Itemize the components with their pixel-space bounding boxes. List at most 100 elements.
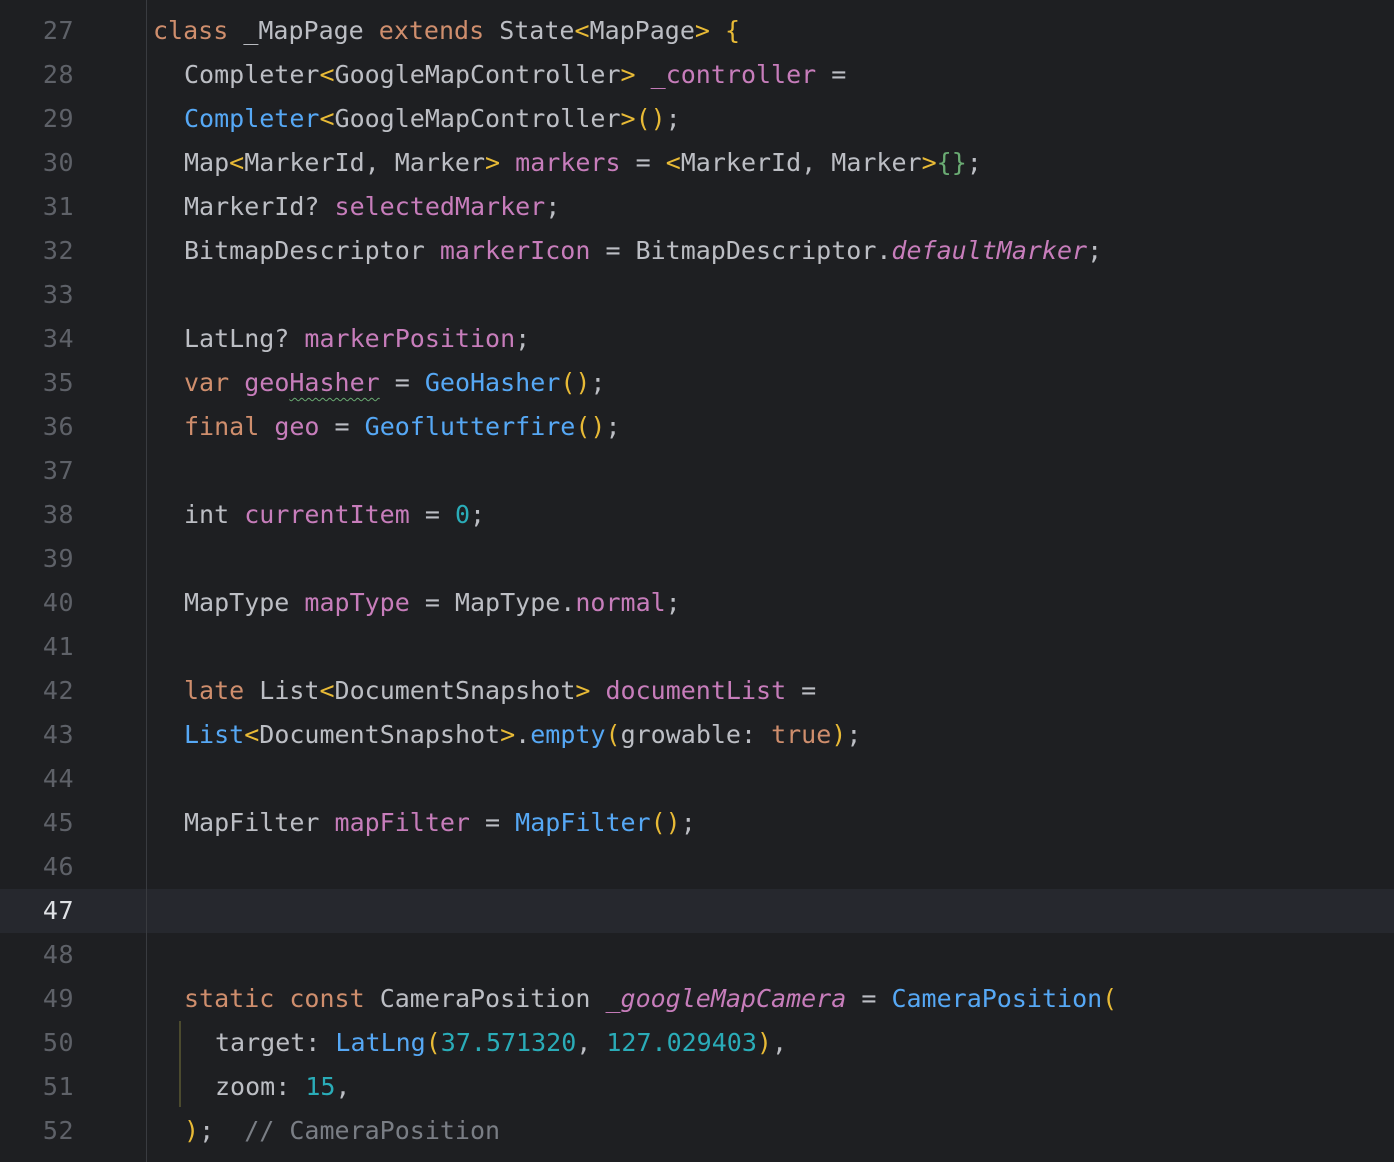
line-number[interactable]: 31 (0, 185, 74, 229)
code-token: true (771, 720, 832, 749)
code-token: geo (244, 368, 290, 397)
code-token: CameraPosition (891, 984, 1103, 1013)
code-line[interactable]: 34 LatLng? markerPosition; (0, 317, 1394, 361)
code-text[interactable]: Completer<GoogleMapController>(); (184, 97, 681, 141)
code-token: 15 (305, 1072, 336, 1101)
code-line[interactable]: 28 Completer<GoogleMapController> _contro… (0, 53, 1394, 97)
code-token: CameraPosition (364, 984, 606, 1013)
code-line[interactable]: 35 var geoHasher = GeoHasher(); (0, 361, 1394, 405)
code-line[interactable]: 42 late List<DocumentSnapshot> documentLi… (0, 669, 1394, 713)
code-text[interactable]: Map<MarkerId, Marker> markers = <MarkerI… (184, 141, 982, 185)
line-number[interactable]: 29 (0, 97, 74, 141)
code-line[interactable]: 31 MarkerId? selectedMarker; (0, 185, 1394, 229)
code-line[interactable]: 49 static const CameraPosition _googleMap… (0, 977, 1394, 1021)
line-number[interactable]: 34 (0, 317, 74, 361)
code-text[interactable]: final geo = Geoflutterfire(); (184, 405, 621, 449)
code-line[interactable]: 29 Completer<GoogleMapController>(); (0, 97, 1394, 141)
line-number[interactable]: 38 (0, 493, 74, 537)
line-number[interactable]: 40 (0, 581, 74, 625)
code-text[interactable]: int currentItem = 0; (184, 493, 485, 537)
code-text[interactable]: target: LatLng(37.571320, 127.029403), (215, 1021, 787, 1065)
code-text[interactable]: static const CameraPosition _googleMapCa… (184, 977, 1117, 1021)
line-number[interactable]: 28 (0, 53, 74, 97)
code-token: _googleMapCamera (605, 984, 847, 1013)
code-token: var (184, 368, 230, 397)
code-token: DocumentSnapshot (334, 676, 576, 705)
line-number[interactable]: 39 (0, 537, 74, 581)
code-line[interactable]: 39 (0, 537, 1394, 581)
line-number[interactable]: 32 (0, 229, 74, 273)
code-text[interactable]: MapFilter mapFilter = MapFilter(); (184, 801, 696, 845)
code-token: = MapType. (409, 588, 576, 617)
line-number[interactable]: 48 (0, 933, 74, 977)
line-number[interactable]: 37 (0, 449, 74, 493)
code-line[interactable]: 38 int currentItem = 0; (0, 493, 1394, 537)
code-text[interactable]: ); // CameraPosition (184, 1109, 500, 1153)
code-text[interactable]: MapType mapType = MapType.normal; (184, 581, 681, 625)
code-token: >() (620, 104, 666, 133)
code-line[interactable]: 37 (0, 449, 1394, 493)
code-token: mapFilter (334, 808, 470, 837)
code-text[interactable]: BitmapDescriptor markerIcon = BitmapDesc… (184, 229, 1102, 273)
code-line[interactable]: 33 (0, 273, 1394, 317)
code-token: MarkerId, Marker (244, 148, 486, 177)
code-line[interactable]: 50 target: LatLng(37.571320, 127.029403), (0, 1021, 1394, 1065)
code-token: int (184, 500, 245, 529)
code-line[interactable]: 41 (0, 625, 1394, 669)
line-number[interactable]: 41 (0, 625, 74, 669)
code-text[interactable]: MarkerId? selectedMarker; (184, 185, 560, 229)
code-token: static (184, 984, 275, 1013)
line-number[interactable]: 50 (0, 1021, 74, 1065)
line-number[interactable]: 30 (0, 141, 74, 185)
code-token: List (184, 720, 245, 749)
code-token: MapFilter (184, 808, 335, 837)
code-text[interactable]: List<DocumentSnapshot>.empty(growable: t… (184, 713, 861, 757)
code-line[interactable]: 46 (0, 845, 1394, 889)
line-number[interactable]: 43 (0, 713, 74, 757)
indent-guide (179, 1021, 181, 1107)
code-token: = (409, 500, 455, 529)
code-editor[interactable]: 27 class _MapPage extends State<MapPage> … (0, 0, 1394, 1162)
code-line[interactable]: 48 (0, 933, 1394, 977)
code-token: const (289, 984, 365, 1013)
line-number[interactable]: 49 (0, 977, 74, 1021)
code-line[interactable]: 30 Map<MarkerId, Marker> markers = <Marke… (0, 141, 1394, 185)
code-token: ( (425, 1028, 441, 1057)
line-number[interactable]: 51 (0, 1065, 74, 1109)
code-token: MarkerId? (184, 192, 335, 221)
line-number[interactable]: 27 (0, 9, 74, 53)
line-number[interactable]: 46 (0, 845, 74, 889)
code-text[interactable]: var geoHasher = GeoHasher(); (184, 361, 605, 405)
code-text[interactable]: LatLng? markerPosition; (184, 317, 530, 361)
code-token: markers (515, 148, 621, 177)
line-number[interactable]: 35 (0, 361, 74, 405)
code-line[interactable]: 45 MapFilter mapFilter = MapFilter(); (0, 801, 1394, 845)
line-number[interactable]: 44 (0, 757, 74, 801)
line-number[interactable]: 36 (0, 405, 74, 449)
code-text[interactable]: class _MapPage extends State<MapPage> { (153, 9, 740, 53)
code-line[interactable]: 36 final geo = Geoflutterfire(); (0, 405, 1394, 449)
code-token: ; (665, 588, 681, 617)
code-line[interactable]: 44 (0, 757, 1394, 801)
code-text[interactable]: Completer<GoogleMapController> _controll… (184, 53, 846, 97)
code-token: geo (274, 412, 320, 441)
code-token: List (244, 676, 320, 705)
code-text[interactable]: zoom: 15, (215, 1065, 350, 1109)
code-line[interactable]: 43 List<DocumentSnapshot>.empty(growable:… (0, 713, 1394, 757)
code-token: ; (680, 808, 696, 837)
code-token: LatLng? (184, 324, 305, 353)
code-line[interactable]: 32 BitmapDescriptor markerIcon = BitmapDe… (0, 229, 1394, 273)
code-line[interactable]: 40 MapType mapType = MapType.normal; (0, 581, 1394, 625)
code-line[interactable]: 47 (0, 889, 1394, 933)
line-number[interactable]: 52 (0, 1109, 74, 1153)
code-token: Hasher (289, 368, 380, 397)
code-text[interactable]: late List<DocumentSnapshot> documentList… (184, 669, 816, 713)
code-line[interactable]: 27 class _MapPage extends State<MapPage> … (0, 9, 1394, 53)
line-number[interactable]: 33 (0, 273, 74, 317)
line-number[interactable]: 47 (0, 889, 74, 933)
code-line[interactable]: 51 zoom: 15, (0, 1065, 1394, 1109)
line-number[interactable]: 45 (0, 801, 74, 845)
line-number[interactable]: 42 (0, 669, 74, 713)
code-line[interactable]: 52 ); // CameraPosition (0, 1109, 1394, 1153)
